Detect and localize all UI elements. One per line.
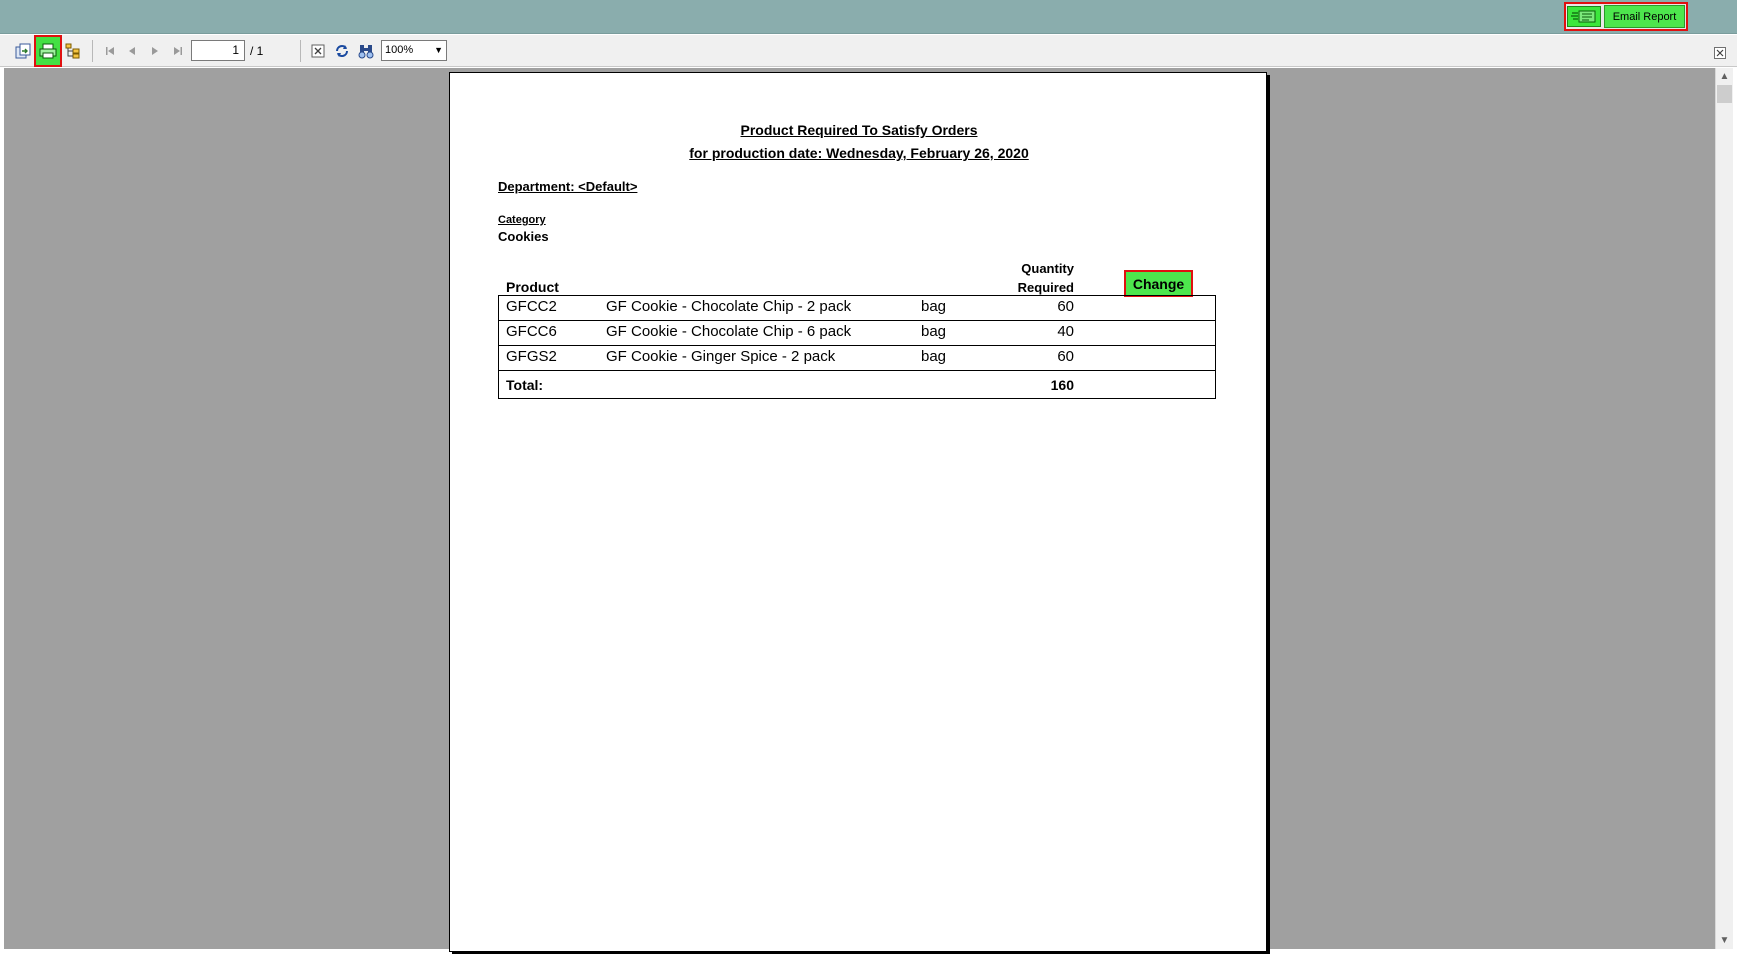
report-title: Product Required To Satisfy Orders xyxy=(450,122,1268,138)
product-code: GFCC6 xyxy=(506,323,557,340)
next-page-icon[interactable] xyxy=(146,42,164,60)
total-row: Total: 160 xyxy=(499,373,1215,398)
product-unit: bag xyxy=(921,323,947,340)
product-code: GFCC2 xyxy=(506,298,557,315)
group-tree-icon[interactable] xyxy=(64,42,82,60)
toolbar-separator xyxy=(92,40,93,62)
email-report-group: Email Report xyxy=(1564,2,1688,31)
page-number-input[interactable]: 1 xyxy=(191,40,245,61)
product-quantity: 60 xyxy=(1057,348,1074,365)
product-unit: bag xyxy=(921,298,947,315)
print-button[interactable] xyxy=(34,35,62,67)
column-header-quantity-line1: Quantity xyxy=(1021,261,1074,276)
total-label: Total: xyxy=(506,377,544,393)
department-heading: Department: <Default> xyxy=(498,179,638,194)
close-icon[interactable] xyxy=(1714,46,1726,59)
scroll-down-icon[interactable]: ▼ xyxy=(1716,932,1733,949)
last-page-icon[interactable] xyxy=(169,42,187,60)
table-row: GFCC2 GF Cookie - Chocolate Chip - 2 pac… xyxy=(499,296,1215,321)
report-toolbar: 1 / 1 100% ▼ xyxy=(0,35,1737,67)
chevron-down-icon: ▼ xyxy=(434,45,443,55)
refresh-icon[interactable] xyxy=(333,42,351,60)
table-row: GFGS2 GF Cookie - Ginger Spice - 2 pack … xyxy=(499,346,1215,371)
top-bar: Email Report xyxy=(0,0,1737,34)
report-page: Product Required To Satisfy Orders for p… xyxy=(449,72,1267,952)
email-report-icon[interactable] xyxy=(1567,6,1601,27)
column-header-product: Product xyxy=(506,279,559,295)
close-view-icon[interactable] xyxy=(309,42,327,60)
product-quantity: 60 xyxy=(1057,298,1074,315)
email-report-button[interactable]: Email Report xyxy=(1604,5,1685,28)
table-row: GFCC6 GF Cookie - Chocolate Chip - 6 pac… xyxy=(499,321,1215,346)
report-subtitle-text: for production date: Wednesday, February… xyxy=(689,145,1029,161)
export-icon[interactable] xyxy=(14,42,32,60)
first-page-icon[interactable] xyxy=(101,42,119,60)
report-title-text: Product Required To Satisfy Orders xyxy=(740,122,978,138)
zoom-select[interactable]: 100% ▼ xyxy=(381,40,447,61)
prev-page-icon[interactable] xyxy=(123,42,141,60)
product-table: GFCC2 GF Cookie - Chocolate Chip - 2 pac… xyxy=(498,295,1216,399)
category-value: Cookies xyxy=(498,229,549,244)
product-description: GF Cookie - Chocolate Chip - 6 pack xyxy=(606,323,852,340)
search-text-icon[interactable] xyxy=(357,42,375,60)
zoom-value: 100% xyxy=(385,44,414,56)
vertical-scrollbar[interactable]: ▲ ▼ xyxy=(1715,68,1733,949)
product-description: GF Cookie - Ginger Spice - 2 pack xyxy=(606,348,836,365)
product-quantity: 40 xyxy=(1057,323,1074,340)
page-total: / 1 xyxy=(250,44,264,58)
category-label: Category xyxy=(498,214,546,226)
app-window: Email Report 1 / 1 100% ▼ ▲ ▼ Product Re… xyxy=(0,0,1737,954)
scroll-thumb[interactable] xyxy=(1717,85,1732,103)
column-header-quantity: Quantity Required xyxy=(1000,259,1074,297)
change-button[interactable]: Change xyxy=(1124,270,1193,297)
scroll-up-icon[interactable]: ▲ xyxy=(1716,68,1733,85)
total-value: 160 xyxy=(1050,377,1074,393)
product-unit: bag xyxy=(921,348,947,365)
toolbar-separator xyxy=(300,40,301,62)
report-subtitle: for production date: Wednesday, February… xyxy=(450,145,1268,161)
print-icon xyxy=(39,43,57,59)
product-description: GF Cookie - Chocolate Chip - 2 pack xyxy=(606,298,852,315)
product-code: GFGS2 xyxy=(506,348,557,365)
